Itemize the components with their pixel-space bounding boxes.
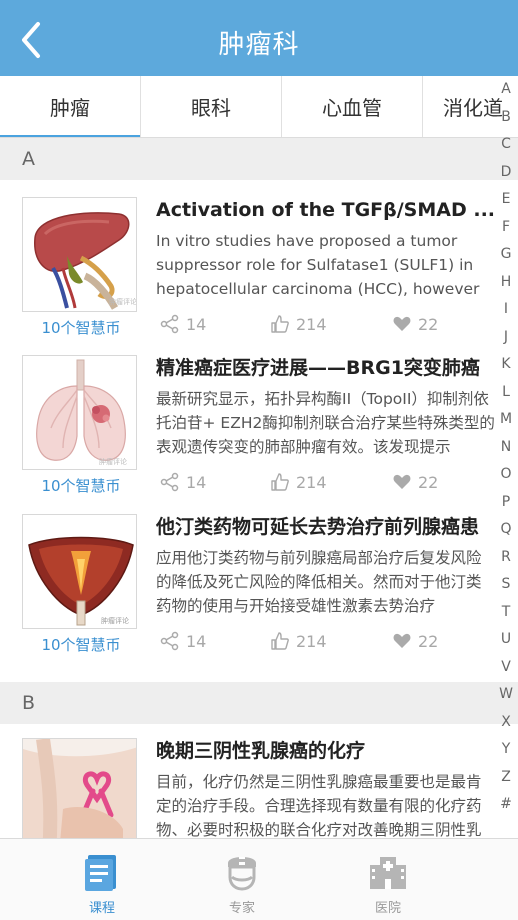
alpha-letter-e[interactable]: E xyxy=(494,186,518,214)
like-count[interactable]: 214 xyxy=(270,629,327,653)
alpha-letter-x[interactable]: X xyxy=(494,709,518,737)
price-label: 10个智慧币 xyxy=(41,319,121,337)
favorite-count[interactable]: 22 xyxy=(392,470,438,494)
list-item[interactable]: 肿瘤评论 10个智慧币 精准癌症医疗进展——BRG1突变肺癌 最新研究显示，拓扑… xyxy=(0,355,500,513)
price-label: 10个智慧币 xyxy=(41,477,121,495)
category-tabs: 肿瘤 眼科 心血管 消化道 xyxy=(0,76,518,138)
share-icon xyxy=(160,631,179,651)
favorite-count[interactable]: 22 xyxy=(392,312,438,336)
expert-icon xyxy=(228,857,256,891)
article-description: 最新研究显示，拓扑异构酶II（TopoII）抑制剂依托泊苷+ EZH2酶抑制剂联… xyxy=(156,390,495,456)
alpha-letter-t[interactable]: T xyxy=(494,599,518,627)
alpha-letter-r[interactable]: R xyxy=(494,544,518,572)
article-thumbnail-lung: 肿瘤评论 xyxy=(22,355,137,470)
share-count[interactable]: 14 xyxy=(160,629,206,653)
article-stats: 14 214 22 xyxy=(160,312,480,336)
alpha-letter-z[interactable]: Z xyxy=(494,764,518,792)
nav-item-hospital[interactable]: 医院 xyxy=(328,839,448,920)
alpha-letter-j[interactable]: J xyxy=(494,324,518,352)
tab-ophthalmology[interactable]: 眼科 xyxy=(141,76,282,137)
article-stats: 14 214 22 xyxy=(160,470,480,494)
like-count[interactable]: 214 xyxy=(270,470,327,494)
favorite-count[interactable]: 22 xyxy=(392,629,438,653)
section-header-b: B xyxy=(0,682,518,724)
article-stats: 14 214 22 xyxy=(160,629,480,653)
alpha-letter-a[interactable]: A xyxy=(494,76,518,104)
alpha-letter-y[interactable]: Y xyxy=(494,736,518,764)
alpha-letter-p[interactable]: P xyxy=(494,489,518,517)
alpha-letter-i[interactable]: I xyxy=(494,296,518,324)
alpha-letter-u[interactable]: U xyxy=(494,626,518,654)
nav-item-expert[interactable]: 专家 xyxy=(182,839,302,920)
nav-item-course[interactable]: 课程 xyxy=(42,839,162,920)
heart-icon xyxy=(393,474,411,489)
article-title: 精准癌症医疗进展——BRG1突变肺癌 xyxy=(156,357,480,379)
price-label: 10个智慧币 xyxy=(41,636,121,654)
share-count[interactable]: 14 xyxy=(160,470,206,494)
nav-label-course: 课程 xyxy=(88,901,115,916)
alphabet-index: A B C D E F G H I J K L M N O P Q R S T … xyxy=(494,76,518,819)
tab-cardiovascular[interactable]: 心血管 xyxy=(282,76,423,137)
list-item[interactable]: 肿瘤评论 10个智慧币 Activation of the TGFβ/SMAD … xyxy=(0,197,500,355)
alpha-letter-v[interactable]: V xyxy=(494,654,518,682)
alpha-letter-c[interactable]: C xyxy=(494,131,518,159)
alpha-letter-g[interactable]: G xyxy=(494,241,518,269)
hospital-icon xyxy=(370,857,406,889)
tab-tumor[interactable]: 肿瘤 xyxy=(0,76,141,137)
alpha-letter-h[interactable]: H xyxy=(494,269,518,297)
alpha-letter-q[interactable]: Q xyxy=(494,516,518,544)
heart-icon xyxy=(393,633,411,648)
article-description: In vitro studies have proposed a tumor s… xyxy=(156,232,480,298)
article-thumbnail-ribbon xyxy=(22,738,137,853)
article-description: 应用他汀类药物与前列腺癌局部治疗后复发风险的降低及死亡风险的降低相关。然而对于他… xyxy=(156,549,482,615)
article-title: 他汀类药物可延长去势治疗前列腺癌患 xyxy=(156,516,480,538)
alpha-letter-d[interactable]: D xyxy=(494,159,518,187)
article-description: 目前，化疗仍然是三阴性乳腺癌最重要也是最肯定的治疗手段。合理选择现有数量有限的化… xyxy=(156,773,482,839)
image-watermark: 肿瘤评论 xyxy=(101,616,129,625)
like-count[interactable]: 214 xyxy=(270,312,327,336)
alpha-letter-s[interactable]: S xyxy=(494,571,518,599)
article-title: Activation of the TGFβ/SMAD ...... xyxy=(156,199,496,221)
app-root: 肿瘤科 肿瘤 眼科 心血管 消化道 A 肿瘤评论 10个智慧币 Activati… xyxy=(0,0,518,920)
course-icon xyxy=(85,855,116,891)
alpha-letter-l[interactable]: L xyxy=(494,379,518,407)
alpha-letter-w[interactable]: W xyxy=(494,681,518,709)
article-title: 晚期三阴性乳腺癌的化疗 xyxy=(156,740,366,762)
article-thumbnail-bladder: 肿瘤评论 xyxy=(22,514,137,629)
alpha-letter-hash[interactable]: # xyxy=(494,791,518,819)
share-icon xyxy=(160,472,179,492)
alpha-letter-m[interactable]: M xyxy=(494,406,518,434)
section-header-a: A xyxy=(0,138,518,180)
thumbs-up-icon xyxy=(271,315,289,333)
heart-icon xyxy=(393,316,411,331)
alpha-letter-n[interactable]: N xyxy=(494,434,518,462)
alpha-letter-f[interactable]: F xyxy=(494,214,518,242)
nav-label-expert: 专家 xyxy=(228,901,255,916)
page-title: 肿瘤科 xyxy=(218,30,300,60)
thumbs-up-icon xyxy=(271,632,289,650)
alpha-letter-k[interactable]: K xyxy=(494,351,518,379)
nav-label-hospital: 医院 xyxy=(374,901,401,916)
alpha-letter-b[interactable]: B xyxy=(494,104,518,132)
bottom-nav: 课程 专家 医院 xyxy=(0,838,518,920)
share-icon xyxy=(160,314,179,334)
image-watermark: 肿瘤评论 xyxy=(99,457,127,466)
alpha-letter-o[interactable]: O xyxy=(494,461,518,489)
top-bar: 肿瘤科 xyxy=(0,0,518,76)
image-watermark: 肿瘤评论 xyxy=(109,297,137,306)
article-thumbnail-liver: 肿瘤评论 xyxy=(22,197,137,312)
list-item[interactable]: 肿瘤评论 10个智慧币 他汀类药物可延长去势治疗前列腺癌患 应用他汀类药物与前列… xyxy=(0,514,500,672)
thumbs-up-icon xyxy=(271,473,289,491)
share-count[interactable]: 14 xyxy=(160,312,206,336)
